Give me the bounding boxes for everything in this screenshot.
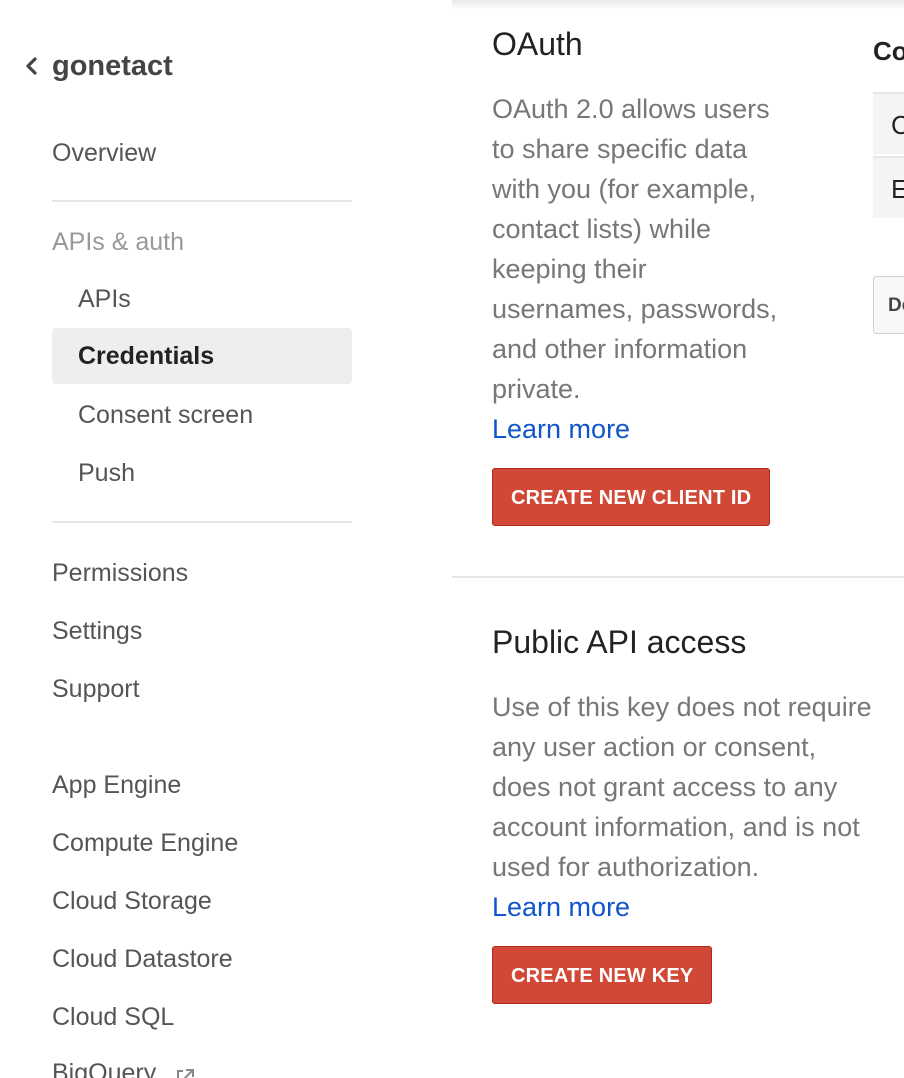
oauth-description-line: with you (for example, [492,174,757,204]
external-link-icon [175,1064,195,1078]
sidebar-item-push[interactable]: Push [78,457,135,489]
project-back-link[interactable]: gonetact [24,46,173,86]
oauth-title: OAuth [492,26,583,62]
sidebar-item-overview[interactable]: Overview [52,137,156,169]
sidebar-item-bigquery[interactable]: BigQuery [52,1057,195,1078]
sidebar-item-permissions[interactable]: Permissions [52,557,188,589]
sidebar-item-settings[interactable]: Settings [52,615,142,647]
public-api-description-line: any user action or consent, [492,732,817,762]
oauth-learn-more-link[interactable]: Learn more [492,409,630,449]
sidebar-divider [52,521,352,523]
client-id-table-row: C [873,92,904,154]
sidebar-item-credentials[interactable]: Credentials [52,328,352,384]
public-api-description-line: Use of this key does not require [492,692,872,722]
sidebar-item-cloud-datastore[interactable]: Cloud Datastore [52,943,233,975]
sidebar-item-apis[interactable]: APIs [78,283,131,315]
sidebar-divider [52,200,352,202]
main-content: OAuth OAuth 2.0 allows users to share sp… [452,0,904,1078]
client-id-panel-heading: Co [873,36,904,66]
oauth-description-line: contact lists) while [492,214,712,244]
sidebar-item-compute-engine[interactable]: Compute Engine [52,827,238,859]
sidebar-item-consent-screen[interactable]: Consent screen [78,399,253,431]
public-api-description-line: does not grant access to any [492,772,838,802]
oauth-description-line: keeping their [492,254,647,284]
oauth-description-line: usernames, passwords, [492,294,778,324]
top-shadow [452,0,904,10]
public-api-description-line: account information, and is not [492,812,860,842]
sidebar: gonetact Overview APIs & auth APIs Crede… [0,0,452,1078]
public-api-description-line: used for authorization. [492,852,760,882]
sidebar-item-apis-auth[interactable]: APIs & auth [52,226,184,258]
sidebar-item-app-engine[interactable]: App Engine [52,769,181,801]
chevron-left-icon [24,56,40,76]
project-name: gonetact [52,49,173,82]
create-new-key-button[interactable]: CREATE NEW KEY [492,946,713,1004]
oauth-description-line: and other information [492,334,748,364]
public-api-learn-more-link[interactable]: Learn more [492,887,630,927]
oauth-description-line: OAuth 2.0 allows users [492,94,770,124]
sidebar-item-support[interactable]: Support [52,673,140,705]
create-new-client-id-button[interactable]: CREATE NEW CLIENT ID [492,468,771,526]
oauth-description-line: to share specific data [492,134,748,164]
sidebar-item-cloud-storage[interactable]: Cloud Storage [52,885,212,917]
client-id-table-row: E [873,156,904,218]
download-button[interactable]: De [873,276,904,334]
section-divider [452,576,904,578]
sidebar-item-cloud-sql[interactable]: Cloud SQL [52,1001,174,1033]
oauth-description-line: private. [492,374,581,404]
sidebar-item-label: BigQuery [52,1059,157,1078]
public-api-title: Public API access [492,624,747,660]
